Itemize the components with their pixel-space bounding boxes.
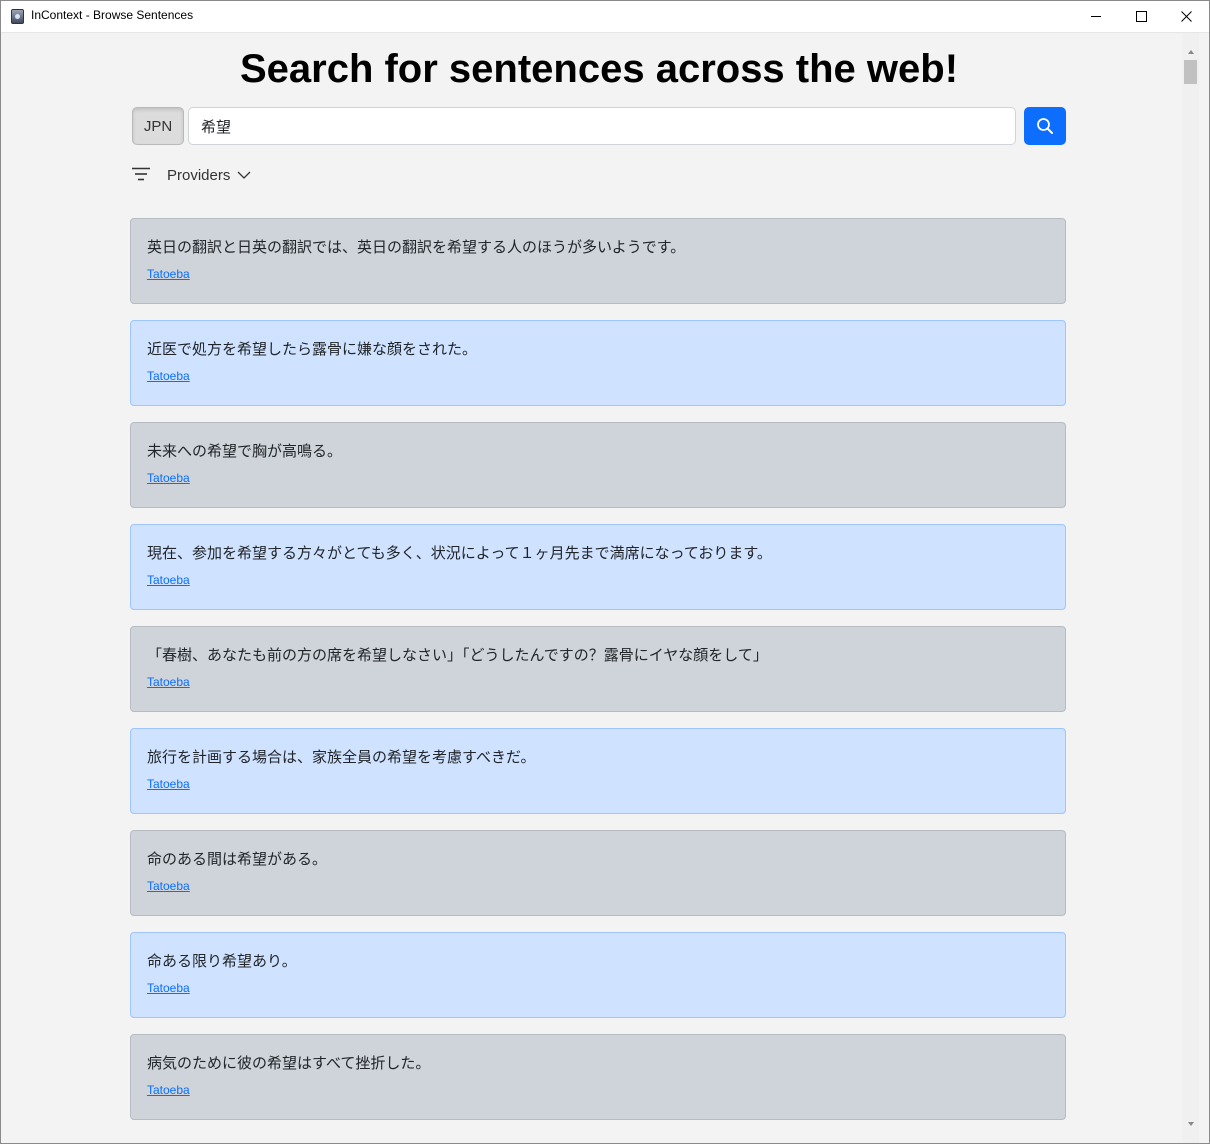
app-icon	[11, 9, 24, 24]
source-link[interactable]: Tatoeba	[147, 1083, 190, 1097]
minimize-button[interactable]	[1073, 1, 1119, 32]
source-link[interactable]: Tatoeba	[147, 879, 190, 893]
result-card: 命のある間は希望がある。 Tatoeba	[130, 830, 1066, 916]
result-card: 英日の翻訳と日英の翻訳では、英日の翻訳を希望する人のほうが多いようです。 Tato…	[130, 218, 1066, 304]
maximize-icon	[1135, 11, 1147, 22]
sentence-text: 命のある間は希望がある。	[147, 850, 328, 868]
scroll-thumb[interactable]	[1184, 60, 1197, 84]
source-link[interactable]: Tatoeba	[147, 471, 190, 485]
main-content: Search for sentences across the web! JPN…	[1, 33, 1181, 1143]
arrow-down-icon	[1187, 1121, 1194, 1126]
results-list: 英日の翻訳と日英の翻訳では、英日の翻訳を希望する人のほうが多いようです。 Tato…	[130, 218, 1066, 1136]
sentence-text: 「春樹、あなたも前の方の席を希望しなさい」「どうしたんですの？露骨にイヤな顔をし…	[147, 646, 768, 664]
result-card: 近医で処方を希望したら露骨に嫌な顔をされた。 Tatoeba	[130, 320, 1066, 406]
sentence-text: 命ある限り希望あり。	[147, 952, 297, 970]
source-link[interactable]: Tatoeba	[147, 267, 190, 281]
minimize-icon	[1091, 16, 1101, 17]
sentence-text: 未来への希望で胸が高鳴る。	[147, 442, 343, 460]
sentence-text: 病気のために彼の希望はすべて挫折した。	[147, 1054, 431, 1072]
sentence-text: 旅行を計画する場合は、家族全員の希望を考慮すべきだ。	[147, 748, 536, 766]
page-title: Search for sentences across the web!	[239, 47, 959, 91]
language-button[interactable]: JPN	[132, 107, 184, 145]
chevron-down-icon	[237, 171, 251, 179]
sentence-text: 現在、参加を希望する方々がとても多く、状況によって１ヶ月先まで満席になっておりま…	[147, 544, 772, 562]
source-link[interactable]: Tatoeba	[147, 981, 190, 995]
search-button[interactable]	[1024, 107, 1066, 145]
close-button[interactable]	[1163, 1, 1209, 32]
arrow-up-icon	[1187, 49, 1194, 54]
result-card: 「春樹、あなたも前の方の席を希望しなさい」「どうしたんですの？露骨にイヤな顔をし…	[130, 626, 1066, 712]
vertical-scrollbar[interactable]	[1182, 33, 1199, 1143]
scroll-down-button[interactable]	[1182, 1115, 1199, 1132]
close-icon	[1180, 11, 1192, 22]
source-link[interactable]: Tatoeba	[147, 573, 190, 587]
maximize-button[interactable]	[1118, 1, 1164, 32]
search-input[interactable]	[188, 107, 1016, 145]
result-card: 未来への希望で胸が高鳴る。 Tatoeba	[130, 422, 1066, 508]
source-link[interactable]: Tatoeba	[147, 777, 190, 791]
result-card: 命ある限り希望あり。 Tatoeba	[130, 932, 1066, 1018]
sentence-text: 近医で処方を希望したら露骨に嫌な顔をされた。	[147, 340, 478, 358]
result-card: 現在、参加を希望する方々がとても多く、状況によって１ヶ月先まで満席になっておりま…	[130, 524, 1066, 610]
result-card: 病気のために彼の希望はすべて挫折した。 Tatoeba	[130, 1034, 1066, 1120]
result-card: 旅行を計画する場合は、家族全員の希望を考慮すべきだ。 Tatoeba	[130, 728, 1066, 814]
source-link[interactable]: Tatoeba	[147, 675, 190, 689]
window-title: InContext - Browse Sentences	[31, 8, 194, 22]
filter-icon[interactable]	[132, 167, 150, 181]
providers-dropdown[interactable]: Providers	[167, 165, 251, 185]
title-bar[interactable]: InContext - Browse Sentences	[1, 1, 1209, 33]
providers-label: Providers	[167, 166, 231, 184]
search-icon	[1037, 118, 1053, 134]
app-window: InContext - Browse Sentences Search for …	[0, 0, 1210, 1144]
source-link[interactable]: Tatoeba	[147, 369, 190, 383]
scroll-up-button[interactable]	[1182, 43, 1199, 60]
sentence-text: 英日の翻訳と日英の翻訳では、英日の翻訳を希望する人のほうが多いようです。	[147, 238, 686, 256]
